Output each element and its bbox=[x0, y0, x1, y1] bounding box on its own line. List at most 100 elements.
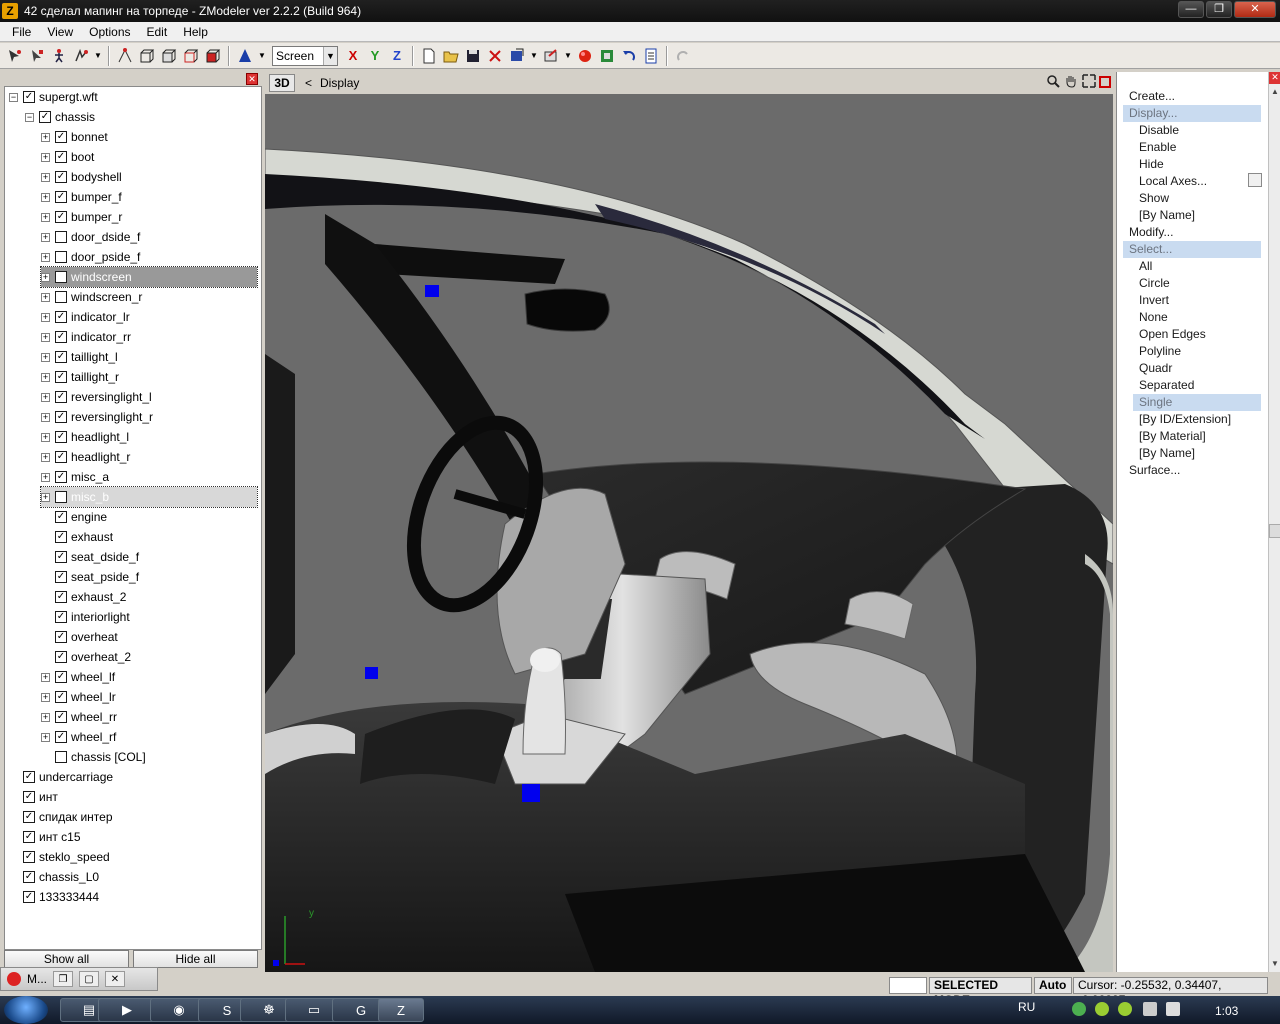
minimized-window[interactable]: M... ❐ ▢ ✕ bbox=[0, 967, 158, 991]
visibility-checkbox[interactable]: ✓ bbox=[23, 791, 35, 803]
volume-icon[interactable] bbox=[1166, 1002, 1180, 1016]
menu-options[interactable]: Options bbox=[81, 25, 138, 39]
command-item[interactable]: All bbox=[1139, 258, 1152, 275]
command-item[interactable]: Single bbox=[1133, 394, 1261, 411]
command-panel-scrollbar[interactable]: ✕ ▲ ▼ bbox=[1268, 72, 1280, 972]
tree-item[interactable]: + ✓ misc_b bbox=[40, 486, 258, 508]
close-icon[interactable]: ✕ bbox=[105, 971, 125, 987]
command-item[interactable]: Polyline bbox=[1139, 343, 1181, 360]
expand-icon[interactable]: + bbox=[41, 372, 50, 382]
visibility-checkbox[interactable]: ✓ bbox=[55, 551, 67, 563]
visibility-checkbox[interactable]: ✓ bbox=[55, 591, 67, 603]
restore-icon[interactable]: ❐ bbox=[53, 971, 73, 987]
tree-item[interactable]: − ✓ chassis bbox=[25, 107, 95, 127]
start-button[interactable] bbox=[4, 996, 48, 1024]
tree-item[interactable]: ✓ steklo_speed bbox=[9, 847, 110, 867]
render-icon[interactable] bbox=[575, 46, 595, 66]
tree-item[interactable]: ✓ инт bbox=[9, 787, 58, 807]
visibility-checkbox[interactable]: ✓ bbox=[55, 531, 67, 543]
command-item[interactable]: Local Axes... bbox=[1139, 173, 1207, 190]
undo-icon[interactable] bbox=[619, 46, 639, 66]
visibility-checkbox[interactable]: ✓ bbox=[23, 831, 35, 843]
expand-icon[interactable]: + bbox=[41, 152, 50, 162]
expand-icon[interactable]: + bbox=[41, 132, 50, 142]
maximize-viewport-icon[interactable] bbox=[1099, 76, 1111, 88]
tree-item[interactable]: ✓ overheat bbox=[41, 627, 118, 647]
visibility-checkbox[interactable]: ✓ bbox=[55, 171, 67, 183]
visibility-checkbox[interactable]: ✓ bbox=[23, 891, 35, 903]
command-item[interactable]: Enable bbox=[1139, 139, 1176, 156]
expand-icon[interactable]: + bbox=[41, 672, 50, 682]
command-item[interactable]: Select... bbox=[1123, 241, 1261, 258]
visibility-checkbox[interactable]: ✓ bbox=[55, 351, 67, 363]
visibility-checkbox[interactable]: ✓ bbox=[55, 391, 67, 403]
tree-item[interactable]: + ✓ indicator_rr bbox=[41, 327, 131, 347]
local-axes-checkbox[interactable] bbox=[1248, 173, 1262, 187]
box-tool-icon[interactable] bbox=[137, 46, 157, 66]
expand-icon[interactable]: + bbox=[41, 172, 50, 182]
expand-icon[interactable]: + bbox=[41, 272, 50, 282]
save-icon[interactable] bbox=[463, 46, 483, 66]
visibility-checkbox[interactable]: ✓ bbox=[55, 671, 67, 683]
visibility-checkbox[interactable]: ✓ bbox=[55, 131, 67, 143]
hide-all-button[interactable]: Hide all bbox=[133, 950, 258, 968]
visibility-checkbox[interactable]: ✓ bbox=[23, 91, 35, 103]
scroll-up-icon[interactable]: ▲ bbox=[1269, 86, 1280, 98]
expand-icon[interactable]: + bbox=[41, 312, 50, 322]
expand-icon[interactable]: + bbox=[41, 352, 50, 362]
dropdown-arrow-icon[interactable]: ▼ bbox=[93, 46, 103, 66]
maximize-button[interactable]: ❐ bbox=[1206, 1, 1232, 18]
tree-item[interactable]: + ✓ reversinglight_l bbox=[41, 387, 152, 407]
visibility-checkbox[interactable]: ✓ bbox=[23, 871, 35, 883]
input-language[interactable]: RU bbox=[1018, 1000, 1035, 1014]
tree-item[interactable]: + ✓ bodyshell bbox=[41, 167, 122, 187]
network-icon[interactable] bbox=[1143, 1002, 1157, 1016]
dropdown-arrow-icon[interactable]: ▼ bbox=[257, 46, 267, 66]
object-tool-icon[interactable] bbox=[203, 46, 223, 66]
expand-icon[interactable]: + bbox=[41, 292, 50, 302]
tree-item[interactable]: ✓ engine bbox=[41, 507, 107, 527]
visibility-checkbox[interactable] bbox=[55, 251, 67, 263]
visibility-checkbox[interactable]: ✓ bbox=[55, 731, 67, 743]
visibility-checkbox[interactable]: ✓ bbox=[39, 111, 51, 123]
tree-item[interactable]: ✓ exhaust_2 bbox=[41, 587, 126, 607]
tree-item[interactable]: − ✓ supergt.wft bbox=[9, 87, 98, 107]
axis-tool-icon[interactable] bbox=[235, 46, 255, 66]
tree-item[interactable]: ✓ seat_dside_f bbox=[41, 547, 139, 567]
tree-item[interactable]: + windscreen bbox=[40, 266, 258, 288]
axis-x-toggle[interactable]: X bbox=[343, 46, 363, 66]
tree-item[interactable]: + ✓ bumper_f bbox=[41, 187, 122, 207]
command-item[interactable]: Open Edges bbox=[1139, 326, 1206, 343]
tree-item[interactable]: ✓ undercarriage bbox=[9, 767, 113, 787]
command-item[interactable]: Disable bbox=[1139, 122, 1179, 139]
tree-item[interactable]: + ✓ wheel_rf bbox=[41, 727, 116, 747]
new-file-icon[interactable] bbox=[419, 46, 439, 66]
visibility-checkbox[interactable] bbox=[55, 291, 67, 303]
axis-y-toggle[interactable]: Y bbox=[365, 46, 385, 66]
tree-item[interactable]: + ✓ wheel_lf bbox=[41, 667, 115, 687]
clock[interactable]: 1:03 bbox=[1215, 1004, 1238, 1018]
visibility-checkbox[interactable]: ✓ bbox=[55, 191, 67, 203]
tree-item[interactable]: + ✓ boot bbox=[41, 147, 94, 167]
expand-icon[interactable]: + bbox=[41, 692, 50, 702]
command-item[interactable]: Show bbox=[1139, 190, 1169, 207]
command-item[interactable]: Invert bbox=[1139, 292, 1169, 309]
open-folder-icon[interactable] bbox=[441, 46, 461, 66]
tree-item[interactable]: + ✓ taillight_r bbox=[41, 367, 119, 387]
tray-app-icon[interactable] bbox=[1118, 1002, 1132, 1016]
expand-icon[interactable]: + bbox=[41, 192, 50, 202]
tree-item[interactable]: + ✓ bonnet bbox=[41, 127, 108, 147]
tree-item[interactable]: + ✓ wheel_lr bbox=[41, 687, 116, 707]
visibility-checkbox[interactable]: ✓ bbox=[55, 471, 67, 483]
command-item[interactable]: Create... bbox=[1129, 88, 1175, 105]
taskbar-zmodeler-icon[interactable]: Z bbox=[378, 998, 424, 1022]
command-item[interactable]: None bbox=[1139, 309, 1168, 326]
tree-item[interactable]: ✓ exhaust bbox=[41, 527, 113, 547]
command-item[interactable]: [By ID/Extension] bbox=[1139, 411, 1231, 428]
scroll-down-icon[interactable]: ▼ bbox=[1269, 958, 1280, 970]
visibility-checkbox[interactable]: ✓ bbox=[55, 411, 67, 423]
view-mode-3d-button[interactable]: 3D bbox=[269, 74, 295, 92]
vertex-tool-icon[interactable] bbox=[115, 46, 135, 66]
expand-icon[interactable]: + bbox=[41, 412, 50, 422]
tree-item[interactable]: + ✓ headlight_l bbox=[41, 427, 129, 447]
